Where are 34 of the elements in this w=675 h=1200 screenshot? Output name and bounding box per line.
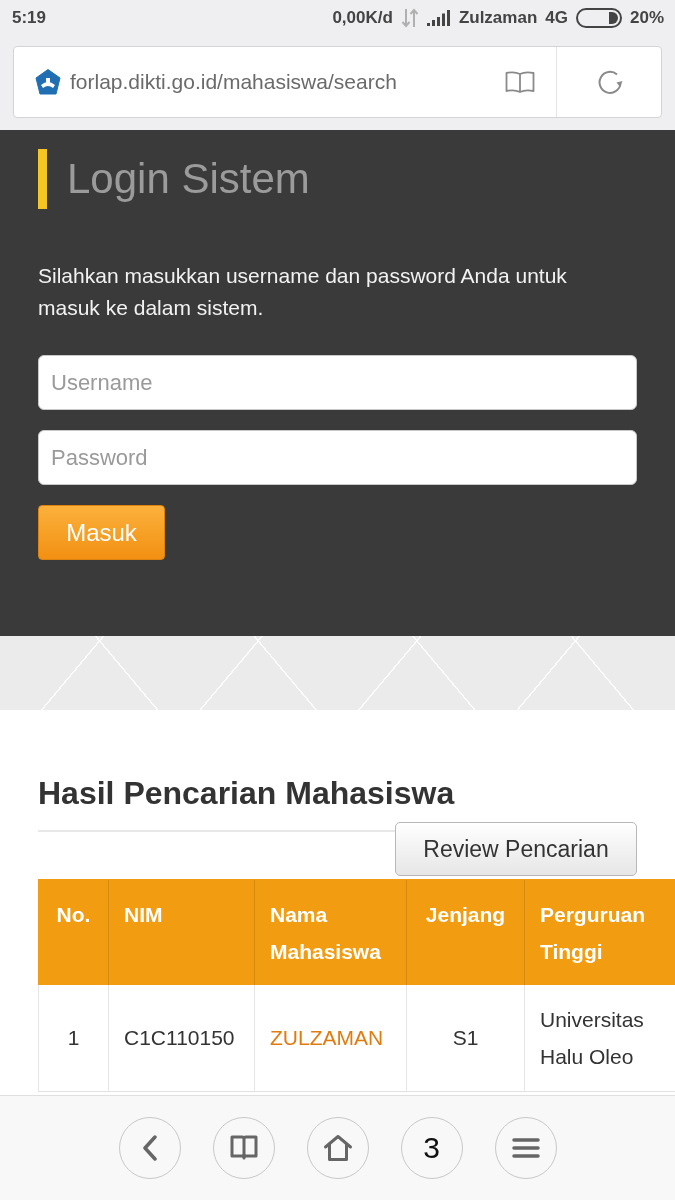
book-icon: [229, 1135, 258, 1161]
menu-icon: [511, 1137, 540, 1159]
book-icon[interactable]: [505, 70, 535, 94]
student-name-link[interactable]: ZULZAMAN: [270, 1026, 384, 1050]
results-title: Hasil Pencarian Mahasiswa: [38, 774, 456, 813]
battery-icon: [575, 8, 622, 28]
login-instructions: Silahkan masukkan username dan password Anda untuk masuk ke dalam sistem.: [38, 263, 568, 321]
status-time: 5:19: [12, 8, 47, 28]
table-cell: S1: [406, 984, 525, 1092]
table-cell: 1: [38, 984, 109, 1092]
column-header: Nama Mahasiswa: [254, 879, 407, 985]
network-type: 4G: [545, 8, 568, 28]
review-search-button[interactable]: Review Pencarian: [395, 822, 637, 876]
refresh-icon[interactable]: [597, 69, 623, 95]
emblem-icon: [35, 69, 61, 95]
column-header: Perguruan Tinggi: [524, 879, 675, 985]
password-field[interactable]: Password: [38, 430, 637, 485]
column-header: Jenjang: [406, 879, 525, 985]
battery-percent: 20%: [629, 8, 664, 28]
url-text: forlap.dikti.go.id/mahasiswa/search: [70, 70, 398, 94]
column-header: NIM: [108, 879, 255, 985]
chevron-left-icon: [141, 1135, 158, 1161]
data-arrows-icon: [400, 8, 419, 28]
table-cell: Universitas Halu Oleo: [524, 984, 675, 1092]
signal-icon: [426, 10, 451, 26]
address-bar[interactable]: forlap.dikti.go.id/mahasiswa/search: [13, 46, 662, 118]
login-title: Login Sistem: [67, 154, 310, 204]
carrier-name: Zulzaman: [458, 8, 538, 28]
table-cell: C1C110150: [108, 984, 255, 1092]
username-field[interactable]: Username: [38, 355, 637, 410]
home-icon: [322, 1134, 353, 1162]
column-header: No.: [38, 879, 109, 985]
accent-bar: [38, 149, 47, 209]
network-speed: 0,00K/d: [332, 8, 393, 28]
